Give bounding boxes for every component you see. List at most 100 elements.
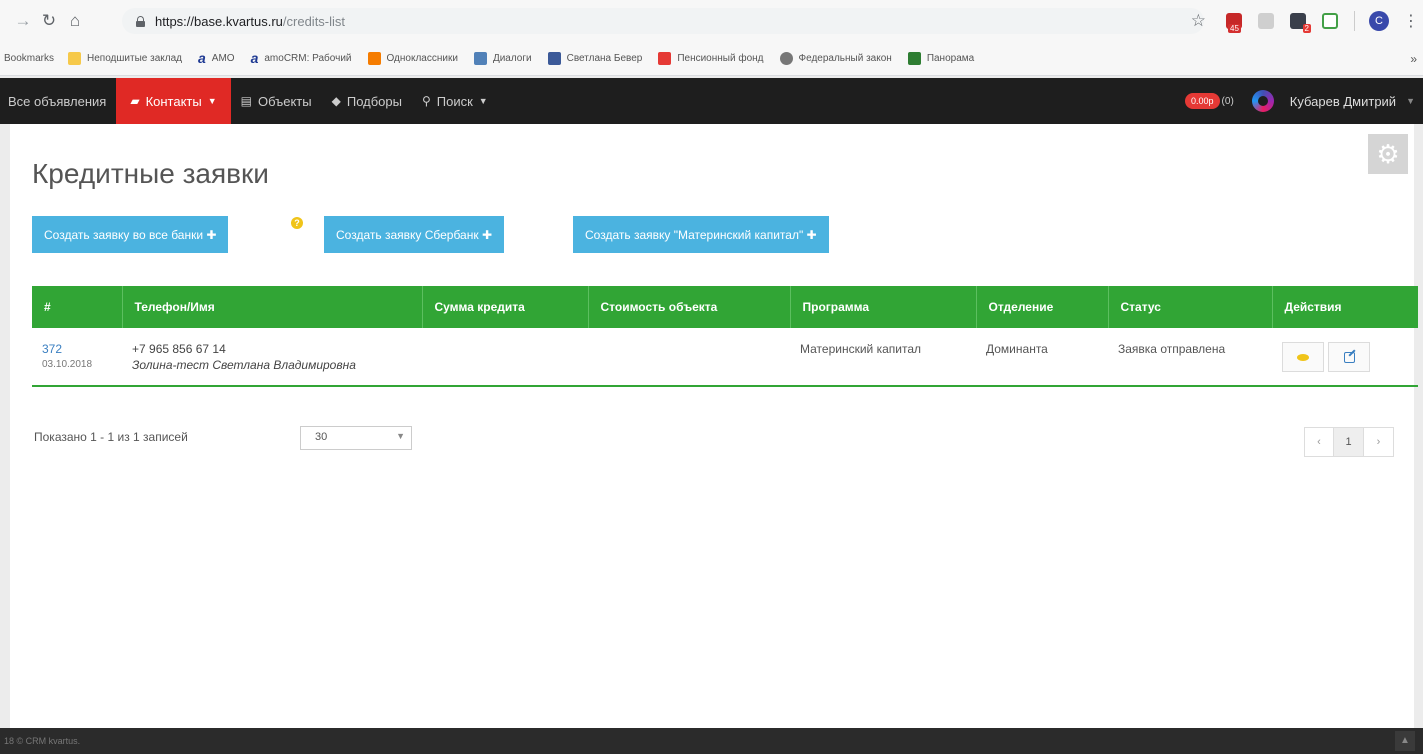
folder-icon bbox=[68, 52, 82, 65]
app-navbar: Все объявления ▰ Контакты ▼ ▤ Объекты ◆ … bbox=[0, 78, 1423, 124]
bookmark-amo[interactable]: a AMO bbox=[197, 50, 235, 66]
dialogs-icon bbox=[473, 52, 487, 65]
edit-button[interactable] bbox=[1328, 342, 1370, 372]
settings-gear-icon[interactable]: ⚙ bbox=[1368, 134, 1408, 174]
client-phone: +7 965 856 67 14 bbox=[132, 342, 226, 356]
extensions-area: ☆ 45 2 C ⋮ bbox=[1191, 8, 1423, 34]
col-amount[interactable]: Сумма кредита bbox=[422, 286, 589, 328]
page-footer: 18 © CRM kvartus. ▲ bbox=[0, 728, 1423, 754]
address-bar[interactable]: https://base.kvartus.ru/credits-list bbox=[122, 8, 1204, 34]
nav-contacts-label: Контакты bbox=[145, 93, 202, 109]
per-page-value: 30 bbox=[315, 431, 328, 443]
page-title: Кредитные заявки bbox=[32, 158, 269, 189]
main-content: ⚙ Кредитные заявки Создать заявку во все… bbox=[10, 124, 1418, 728]
chevron-down-icon: ▼ bbox=[478, 96, 488, 106]
facebook-icon bbox=[547, 52, 561, 65]
bookmark-panorama[interactable]: Панорама bbox=[907, 52, 974, 65]
bookmark-label: Неподшитые заклад bbox=[87, 53, 182, 64]
col-phone-name[interactable]: Телефон/Имя bbox=[122, 286, 423, 328]
bookmark-pension-fund[interactable]: Пенсионный фонд bbox=[658, 52, 764, 65]
request-date: 03.10.2018 bbox=[42, 359, 93, 370]
bookmark-federal-law[interactable]: Федеральный закон bbox=[779, 52, 892, 65]
toolbar-divider bbox=[1354, 11, 1355, 31]
col-program[interactable]: Программа bbox=[790, 286, 977, 328]
view-button[interactable] bbox=[1282, 342, 1324, 372]
bookmark-apps[interactable]: Bookmarks bbox=[4, 53, 54, 64]
create-all-banks-button[interactable]: Создать заявку во все банки ✚ bbox=[32, 216, 229, 253]
browser-menu-icon[interactable]: ⋮ bbox=[1403, 11, 1419, 31]
user-name[interactable]: Кубарев Дмитрий bbox=[1290, 94, 1396, 109]
scroll-top-button[interactable]: ▲ bbox=[1395, 731, 1415, 751]
user-avatar[interactable] bbox=[1251, 90, 1274, 112]
copyright-text: 18 © CRM kvartus. bbox=[4, 736, 81, 746]
col-id[interactable]: # bbox=[32, 286, 123, 328]
federal-law-icon bbox=[779, 52, 793, 65]
client-name: Золина-тест Светлана Владимировна bbox=[132, 358, 356, 372]
cell-actions bbox=[1272, 328, 1418, 387]
eye-icon bbox=[1297, 353, 1309, 361]
bookmark-amocrm[interactable]: a amoCRM: Рабочий bbox=[250, 50, 352, 66]
bookmark-label: Bookmarks bbox=[4, 53, 55, 64]
cell-amount bbox=[422, 328, 588, 387]
records-summary: Показано 1 - 1 из 1 записей bbox=[34, 430, 188, 444]
back-arrow-icon[interactable]: → bbox=[10, 11, 36, 31]
cell-program: Материнский капитал bbox=[790, 328, 976, 387]
home-icon[interactable]: ⌂ bbox=[62, 11, 88, 31]
bookmark-star-icon[interactable]: ☆ bbox=[1191, 11, 1206, 31]
profile-avatar[interactable]: C bbox=[1369, 11, 1389, 31]
bookmark-label: AMO bbox=[211, 53, 235, 64]
request-id-link[interactable]: 372 bbox=[42, 342, 112, 356]
amo-logo-icon: a bbox=[197, 50, 206, 66]
pagination: ‹ 1 › bbox=[1304, 427, 1394, 457]
mail-extension-icon[interactable]: 45 bbox=[1226, 13, 1242, 33]
bookmark-dialogs[interactable]: Диалоги bbox=[473, 52, 532, 65]
mail-extension-badge: 45 bbox=[1228, 24, 1241, 33]
search-icon: ⚲ bbox=[421, 94, 431, 108]
chat-extension-icon[interactable]: 2 bbox=[1290, 13, 1311, 33]
row-actions bbox=[1282, 342, 1408, 372]
nav-objects[interactable]: ▤ Объекты bbox=[231, 78, 322, 124]
per-page-select[interactable]: 30 ▼ bbox=[300, 426, 412, 450]
bookmarks-bar: Bookmarks Неподшитые заклад a AMO a amoCRM… bbox=[0, 42, 1423, 76]
lock-icon bbox=[136, 15, 145, 27]
tag-icon: ◆ bbox=[331, 94, 341, 108]
notification-count[interactable]: (0) bbox=[1222, 96, 1234, 107]
col-branch[interactable]: Отделение bbox=[976, 286, 1109, 328]
pension-fund-icon bbox=[658, 52, 672, 65]
chevron-down-icon: ▼ bbox=[207, 96, 217, 106]
bookmark-odnoklassniki[interactable]: Одноклассники bbox=[367, 52, 458, 65]
chevron-down-icon[interactable]: ▼ bbox=[1406, 96, 1415, 106]
nav-contacts[interactable]: ▰ Контакты ▼ bbox=[116, 78, 231, 124]
nav-selections[interactable]: ◆ Подборы bbox=[322, 78, 412, 124]
balance-badge[interactable]: 0.00р bbox=[1185, 93, 1220, 109]
col-status[interactable]: Статус bbox=[1108, 286, 1273, 328]
table-row: 372 03.10.2018 +7 965 856 67 14 Золина-т… bbox=[32, 328, 1418, 387]
odnoklassniki-icon bbox=[367, 52, 381, 65]
page-1-button[interactable]: 1 bbox=[1334, 427, 1364, 457]
prev-page-button[interactable]: ‹ bbox=[1304, 427, 1334, 457]
card-icon: ▰ bbox=[130, 94, 140, 108]
next-page-button[interactable]: › bbox=[1364, 427, 1394, 457]
amo-logo-icon: a bbox=[250, 50, 259, 66]
bookmark-label: Одноклассники bbox=[386, 53, 458, 64]
help-icon[interactable]: ? bbox=[291, 217, 303, 229]
nav-all-ads[interactable]: Все объявления bbox=[0, 78, 116, 124]
create-matcap-button[interactable]: Создать заявку "Материнский капитал" ✚ bbox=[573, 216, 829, 253]
cast-extension-icon[interactable] bbox=[1322, 13, 1338, 29]
cell-phone-name: +7 965 856 67 14 Золина-тест Светлана Вл… bbox=[122, 328, 422, 387]
bookmark-folder[interactable]: Неподшитые заклад bbox=[68, 52, 182, 65]
col-object-cost[interactable]: Стоимость объекта bbox=[588, 286, 791, 328]
nav-objects-label: Объекты bbox=[257, 93, 312, 109]
bookmark-label: Светлана Бевер bbox=[566, 53, 643, 64]
building-icon: ▤ bbox=[240, 94, 252, 108]
url-host: https://base.kvartus.ru bbox=[155, 13, 283, 29]
nav-search[interactable]: ⚲ Поиск ▼ bbox=[412, 78, 498, 124]
reload-icon[interactable]: ↻ bbox=[36, 11, 62, 31]
edit-icon bbox=[1343, 351, 1355, 363]
extension-icon[interactable] bbox=[1258, 13, 1274, 29]
bookmarks-overflow-icon[interactable]: » bbox=[1410, 52, 1417, 66]
bookmark-facebook[interactable]: Светлана Бевер bbox=[547, 52, 643, 65]
create-sberbank-button[interactable]: Создать заявку Сбербанк ✚ bbox=[324, 216, 504, 253]
cell-id: 372 03.10.2018 bbox=[32, 328, 122, 387]
nav-search-label: Поиск bbox=[436, 93, 473, 109]
